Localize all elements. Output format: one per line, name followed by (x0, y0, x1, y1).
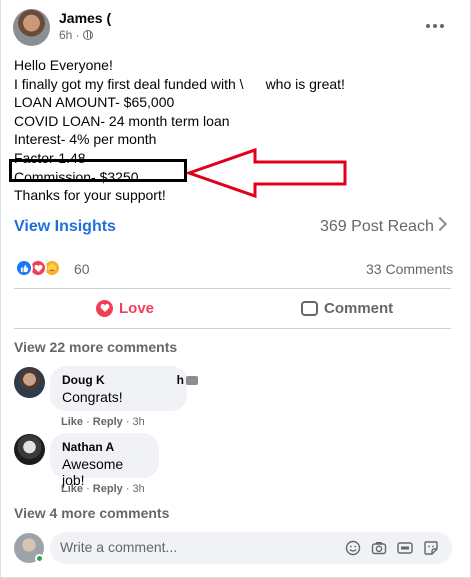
heart-icon (96, 299, 113, 317)
post-line: I finally got my first deal funded with … (14, 75, 345, 92)
emoji-icon[interactable] (345, 540, 361, 556)
post-line: LOAN AMOUNT- $65,000 (14, 94, 175, 111)
divider (14, 288, 451, 289)
love-label: Love (119, 299, 155, 317)
post-reach[interactable]: 369 Post Reach (320, 218, 434, 236)
gif-icon (186, 376, 198, 386)
post-meta: 6h · (59, 28, 93, 42)
sticker-icon[interactable] (423, 540, 439, 556)
comment-actions: Like · Reply · 3h (61, 416, 145, 428)
dot-icon (433, 24, 437, 28)
dot-icon (440, 24, 444, 28)
comment-label: Comment (324, 299, 394, 317)
comment-count[interactable]: 33 Comments (366, 261, 453, 277)
comment-like-link[interactable]: Like (61, 483, 83, 495)
gif-icon[interactable] (397, 540, 413, 556)
comment-bubble: Nathan A Awesome job! (50, 433, 159, 488)
love-button[interactable]: Love (96, 293, 154, 323)
dot-icon (426, 24, 430, 28)
author-avatar[interactable] (13, 9, 50, 46)
comment-reply-link[interactable]: Reply (93, 483, 123, 495)
comment-input[interactable] (60, 539, 330, 555)
view-more-comments-link[interactable]: View 22 more comments (14, 339, 177, 355)
commenter-avatar[interactable] (14, 367, 45, 398)
post-thanks: Thanks for your support! (14, 187, 166, 203)
post-line: COVID LOAN- 24 month term loan (14, 112, 230, 129)
comment-composer[interactable] (50, 532, 452, 564)
view-insights-link[interactable]: View Insights (14, 218, 116, 236)
reaction-icons[interactable] (15, 259, 61, 277)
commenter-name[interactable]: Doug Kh (62, 373, 198, 387)
comment-actions: Like · Reply · 3h (61, 483, 145, 495)
comment-text: Congrats! (62, 389, 123, 405)
like-reaction-icon (15, 259, 33, 277)
comment-button[interactable]: Comment (301, 293, 393, 323)
post-time[interactable]: 6h · (59, 28, 80, 42)
comment-like-link[interactable]: Like (61, 416, 83, 428)
commenter-name[interactable]: Nathan A (62, 440, 147, 454)
author-name[interactable]: James ( (59, 10, 111, 26)
view-more-comments-link[interactable]: View 4 more comments (14, 505, 169, 521)
comment-bubble: Doug Kh Congrats! (50, 366, 198, 411)
red-arrow-icon (187, 148, 347, 198)
comment-icon (301, 300, 318, 316)
chevron-right-icon[interactable] (432, 216, 448, 232)
commenter-avatar[interactable] (14, 434, 45, 465)
camera-icon[interactable] (371, 540, 387, 556)
comment-reply-link[interactable]: Reply (93, 416, 123, 428)
comment-time[interactable]: 3h (133, 483, 145, 495)
globe-icon (82, 30, 93, 40)
reaction-count[interactable]: 60 (74, 261, 90, 277)
redaction (243, 76, 266, 89)
post-card: James ( 6h · Hello Everyone! I finally g… (0, 0, 471, 578)
more-options-button[interactable] (421, 12, 449, 40)
comment-time[interactable]: 3h (133, 416, 145, 428)
post-line: Hello Everyone! (14, 57, 113, 73)
online-status-icon (35, 554, 44, 563)
divider (14, 328, 451, 329)
post-line: Interest- 4% per month (14, 131, 157, 148)
highlight-box (9, 159, 187, 182)
